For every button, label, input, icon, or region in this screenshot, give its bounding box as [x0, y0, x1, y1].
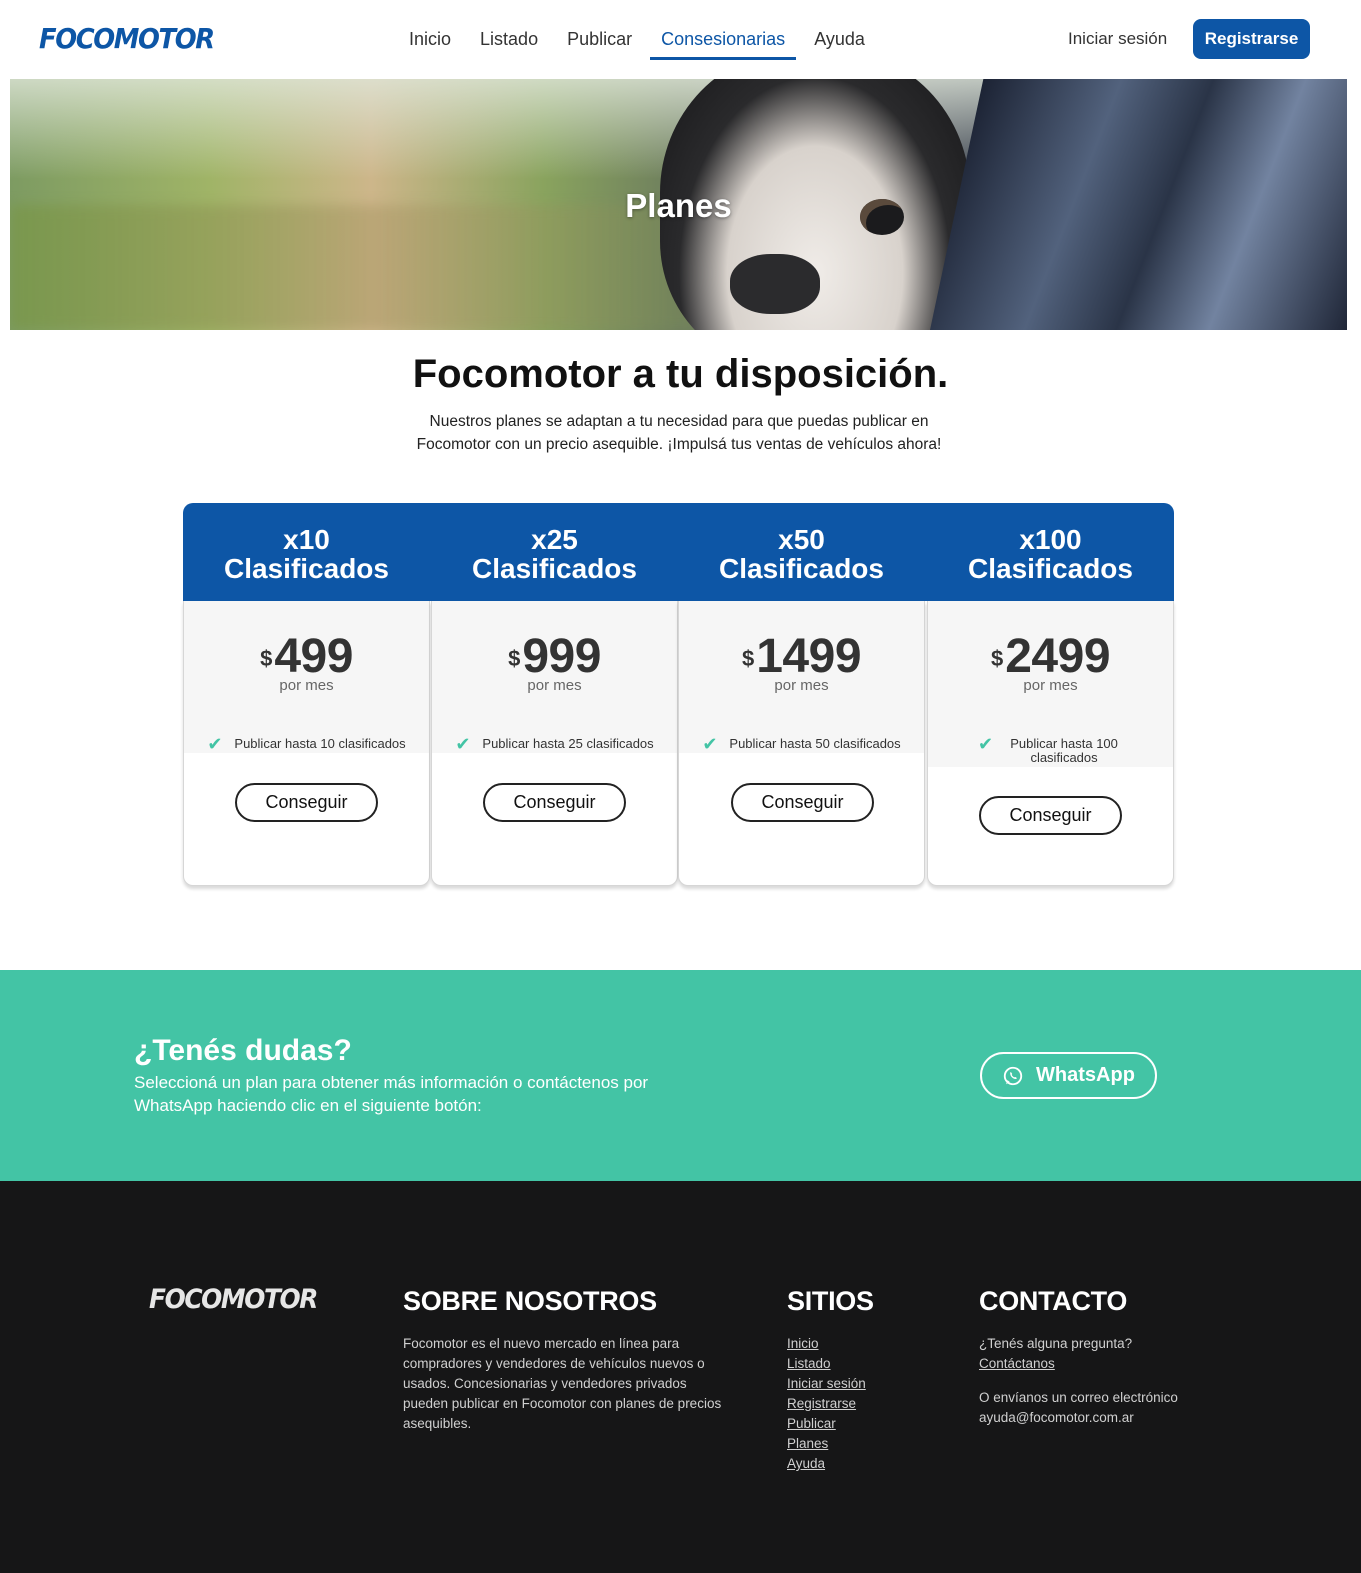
footer-sites-list: Inicio Listado Iniciar sesión Registrars… — [787, 1334, 866, 1474]
footer: FOCOMOTOR SOBRE NOSOTROS Focomotor es el… — [0, 1181, 1361, 1573]
plan-feature: ✔ Publicar hasta 100 clasificados — [928, 734, 1173, 765]
contact-spacer — [979, 1374, 1178, 1388]
price-currency: $ — [990, 646, 1004, 671]
plan-card: $499 por mes ✔ Publicar hasta 10 clasifi… — [183, 601, 430, 886]
plan-x25: x25 Clasificados $999 por mes ✔ Publicar… — [431, 503, 678, 886]
price-period: por mes — [774, 677, 829, 694]
price-period: por mes — [527, 677, 582, 694]
whatsapp-button-label: WhatsApp — [1036, 1064, 1135, 1086]
price-amount: 1499 — [756, 630, 862, 683]
plan-unit: Clasificados — [968, 553, 1133, 584]
main-nav: Inicio Listado Publicar Consesionarias A… — [398, 0, 883, 79]
intro-title: Focomotor a tu disposición. — [412, 352, 949, 396]
footer-about-heading: SOBRE NOSOTROS — [403, 1286, 657, 1316]
footer-link-inicio[interactable]: Inicio — [787, 1334, 866, 1354]
plan-unit: Clasificados — [472, 553, 637, 584]
contact-question: ¿Tenés alguna pregunta? — [979, 1336, 1133, 1351]
plan-feature: ✔ Publicar hasta 50 clasificados — [679, 734, 924, 754]
plan-unit: Clasificados — [224, 553, 389, 584]
conseguir-button[interactable]: Conseguir — [235, 783, 378, 822]
plan-quantity: x50 — [778, 524, 825, 555]
footer-link-listado[interactable]: Listado — [787, 1354, 866, 1374]
whatsapp-button[interactable]: WhatsApp — [980, 1052, 1157, 1099]
plan-title: x10 Clasificados — [183, 525, 430, 583]
check-icon: ✔ — [455, 734, 471, 754]
contact-email-text: O envíanos un correo electrónico — [979, 1390, 1178, 1405]
footer-link-registrarse[interactable]: Registrarse — [787, 1394, 866, 1414]
contact-email[interactable]: ayuda@focomotor.com.ar — [979, 1408, 1178, 1428]
plan-card: $999 por mes ✔ Publicar hasta 25 clasifi… — [431, 601, 678, 886]
hero-title: Planes — [625, 187, 732, 224]
contact-link[interactable]: Contáctanos — [979, 1354, 1178, 1374]
nav-item-consesionarias[interactable]: Consesionarias — [650, 0, 797, 79]
plan-price: $1499 — [679, 629, 924, 684]
price-amount: 499 — [274, 630, 353, 683]
price-currency: $ — [741, 646, 755, 671]
price-currency: $ — [260, 646, 273, 671]
plan-x50: x50 Clasificados $1499 por mes ✔ Publica… — [678, 503, 925, 886]
price-currency: $ — [508, 646, 521, 671]
register-button[interactable]: Registrarse — [1193, 19, 1310, 59]
check-icon: ✔ — [207, 734, 223, 754]
footer-contact: ¿Tenés alguna pregunta? Contáctanos O en… — [979, 1334, 1178, 1428]
price-amount: 999 — [522, 630, 601, 683]
plan-x10: x10 Clasificados $499 por mes ✔ Publicar… — [183, 503, 430, 886]
plan-title: x100 Clasificados — [927, 525, 1174, 583]
plan-feature: ✔ Publicar hasta 10 clasificados — [184, 734, 429, 754]
check-icon: ✔ — [702, 734, 718, 754]
footer-about-text: Focomotor es el nuevo mercado en línea p… — [403, 1336, 722, 1431]
hero-banner: Planes — [10, 79, 1347, 330]
plan-title: x50 Clasificados — [678, 525, 925, 583]
plan-quantity: x100 — [1019, 524, 1082, 555]
footer-link-planes[interactable]: Planes — [787, 1434, 866, 1454]
footer-link-iniciar-sesion[interactable]: Iniciar sesión — [787, 1374, 866, 1394]
footer-logo[interactable]: FOCOMOTOR — [149, 1284, 318, 1315]
footer-sites-heading: SITIOS — [787, 1286, 874, 1316]
navbar: FOCOMOTOR Inicio Listado Publicar Conses… — [0, 0, 1361, 79]
check-icon: ✔ — [977, 734, 994, 754]
plan-card: $1499 por mes ✔ Publicar hasta 50 clasif… — [678, 601, 925, 886]
footer-link-ayuda[interactable]: Ayuda — [787, 1454, 866, 1474]
price-period: por mes — [1023, 677, 1078, 694]
conseguir-button[interactable]: Conseguir — [483, 783, 626, 822]
price-period: por mes — [279, 677, 334, 694]
conseguir-button[interactable]: Conseguir — [731, 783, 874, 822]
intro-text: Nuestros planes se adaptan a tu necesida… — [416, 413, 942, 453]
feature-text: Publicar hasta 50 clasificados — [729, 736, 901, 751]
plan-title: x25 Clasificados — [431, 525, 678, 583]
contact-cta: ¿Tenés dudas? Seleccioná un plan para ob… — [0, 970, 1361, 1181]
feature-text: Publicar hasta 10 clasificados — [234, 736, 406, 751]
nav-item-inicio[interactable]: Inicio — [398, 0, 462, 79]
pricing-plans: x10 Clasificados $499 por mes ✔ Publicar… — [183, 503, 1174, 886]
conseguir-button[interactable]: Conseguir — [979, 796, 1122, 835]
plan-feature: ✔ Publicar hasta 25 clasificados — [432, 734, 677, 754]
plan-unit: Clasificados — [719, 553, 884, 584]
nav-item-listado[interactable]: Listado — [469, 0, 549, 79]
whatsapp-icon — [1003, 1066, 1023, 1085]
focomotor-logo[interactable]: FOCOMOTOR — [39, 22, 215, 55]
hero-dog-nose — [730, 254, 820, 314]
cta-text: Seleccioná un plan para obtener más info… — [134, 1073, 649, 1115]
feature-text: Publicar hasta 100 clasificados — [1010, 736, 1118, 765]
plan-price: $499 — [184, 629, 429, 684]
plan-price: $2499 — [928, 629, 1173, 684]
plan-quantity: x10 — [283, 524, 330, 555]
feature-text: Publicar hasta 25 clasificados — [482, 736, 654, 751]
footer-contact-heading: CONTACTO — [979, 1286, 1128, 1316]
login-link[interactable]: Iniciar sesión — [1068, 29, 1167, 49]
cta-title: ¿Tenés dudas? — [134, 1034, 352, 1067]
plan-quantity: x25 — [531, 524, 578, 555]
nav-item-publicar[interactable]: Publicar — [556, 0, 643, 79]
footer-link-publicar[interactable]: Publicar — [787, 1414, 866, 1434]
price-amount: 2499 — [1005, 630, 1111, 683]
plan-x100: x100 Clasificados $2499 por mes ✔ Public… — [927, 503, 1174, 886]
plan-price: $999 — [432, 629, 677, 684]
plan-card: $2499 por mes ✔ Publicar hasta 100 clasi… — [927, 601, 1174, 886]
nav-item-ayuda[interactable]: Ayuda — [803, 0, 876, 79]
